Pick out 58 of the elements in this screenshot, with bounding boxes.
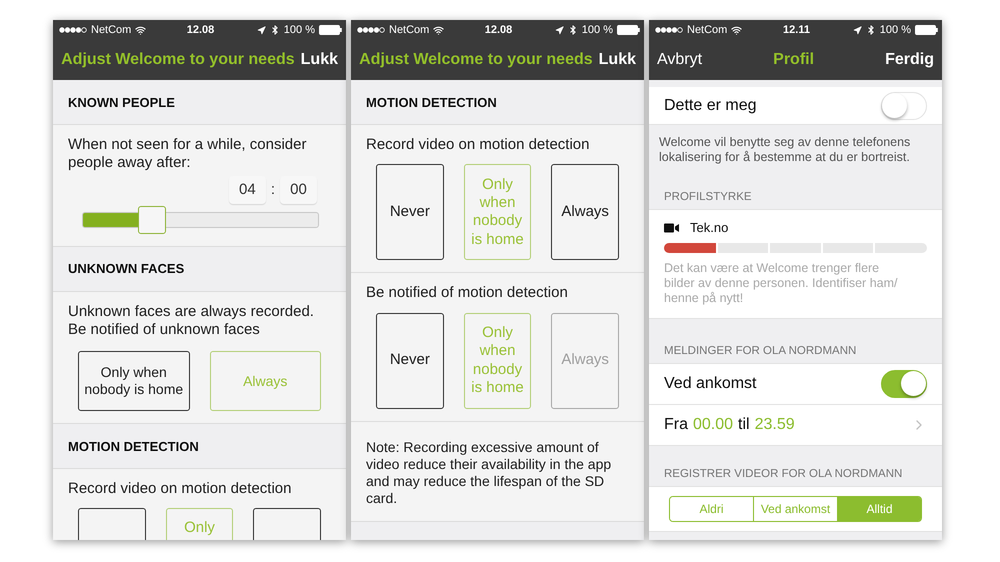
person-name: Tek.no (690, 220, 728, 235)
slider-thumb[interactable] (138, 206, 166, 234)
nav-title: Profil (773, 51, 814, 69)
hint-text: Det kan være at Welcome trenger flere bilder av denne personen. Identifiser ham/ henne på nytt! (664, 261, 898, 306)
battery-icon (617, 25, 640, 35)
done-button[interactable]: Ferdig (885, 51, 934, 69)
clock-time: 12.08 (186, 24, 214, 36)
slider[interactable] (82, 206, 319, 234)
battery-percent: 100 % (880, 24, 911, 36)
clock-time: 12.11 (783, 24, 810, 36)
range-end: 23.59 (754, 416, 795, 434)
option-button[interactable]: Never (376, 312, 444, 409)
location-arrow-icon (256, 26, 266, 34)
signal-icon (59, 27, 87, 33)
wifi-icon (731, 24, 742, 36)
option-button[interactable]: Always (551, 164, 620, 260)
nav-title: Adjust Welcome to your needs (61, 51, 295, 69)
close-button[interactable]: Lukk (300, 51, 338, 69)
hours-field[interactable]: 04 (228, 176, 266, 204)
toggle-switch[interactable] (881, 370, 927, 398)
signal-icon (357, 27, 385, 33)
row-label: Ved ankomst (664, 375, 756, 393)
battery-icon (319, 25, 342, 35)
wifi-icon (433, 24, 444, 36)
wifi-icon (135, 24, 146, 36)
range-start: 00.00 (693, 416, 734, 434)
setting-label: Be notified of motion detection (366, 284, 569, 303)
video-camera-icon (664, 222, 680, 232)
cancel-button[interactable]: Avbryt (657, 51, 702, 69)
battery-percent: 100 % (284, 24, 315, 36)
option-button[interactable]: Only when nobody is home (78, 351, 190, 412)
option-button[interactable]: Never (376, 164, 444, 260)
bluetooth-icon (568, 25, 578, 35)
time-range-row[interactable]: Fra 00.00 til 23.59 (649, 405, 942, 446)
battery-percent: 100 % (582, 24, 613, 36)
carrier-name: NetCom (687, 24, 728, 36)
bluetooth-icon (270, 25, 280, 35)
location-note: Welcome vil benytte seg av denne telefonens lokalisering for å bestemme at du er bortreist. (658, 134, 912, 166)
bluetooth-icon (866, 25, 876, 35)
battery-icon (915, 25, 938, 35)
note-text: Note: Recording excessive amount of video reduce their availability in the app and may reduce the lifespan of the SD card. (366, 438, 612, 507)
nav-title: Adjust Welcome to your needs (359, 51, 593, 69)
clock-time: 12.08 (484, 24, 512, 36)
setting-label: When not seen for a while, consider people away after: (68, 136, 308, 173)
carrier-name: NetCom (389, 24, 430, 36)
signal-icon (655, 27, 683, 33)
range-label: Fra (664, 416, 688, 434)
close-button[interactable]: Lukk (598, 51, 636, 69)
setting-label: Record video on motion detection (68, 480, 292, 498)
location-arrow-icon (554, 26, 564, 34)
carrier-name: NetCom (91, 24, 132, 36)
setting-label: Record video on motion detection (366, 136, 590, 154)
location-arrow-icon (852, 26, 862, 34)
range-label: til (738, 416, 750, 434)
row-label: Dette er meg (664, 96, 756, 114)
minutes-field[interactable]: 00 (280, 176, 317, 204)
setting-label: Unknown faces are always recorded. Be notified of unknown faces (68, 302, 315, 340)
time-separator: : (270, 181, 276, 198)
